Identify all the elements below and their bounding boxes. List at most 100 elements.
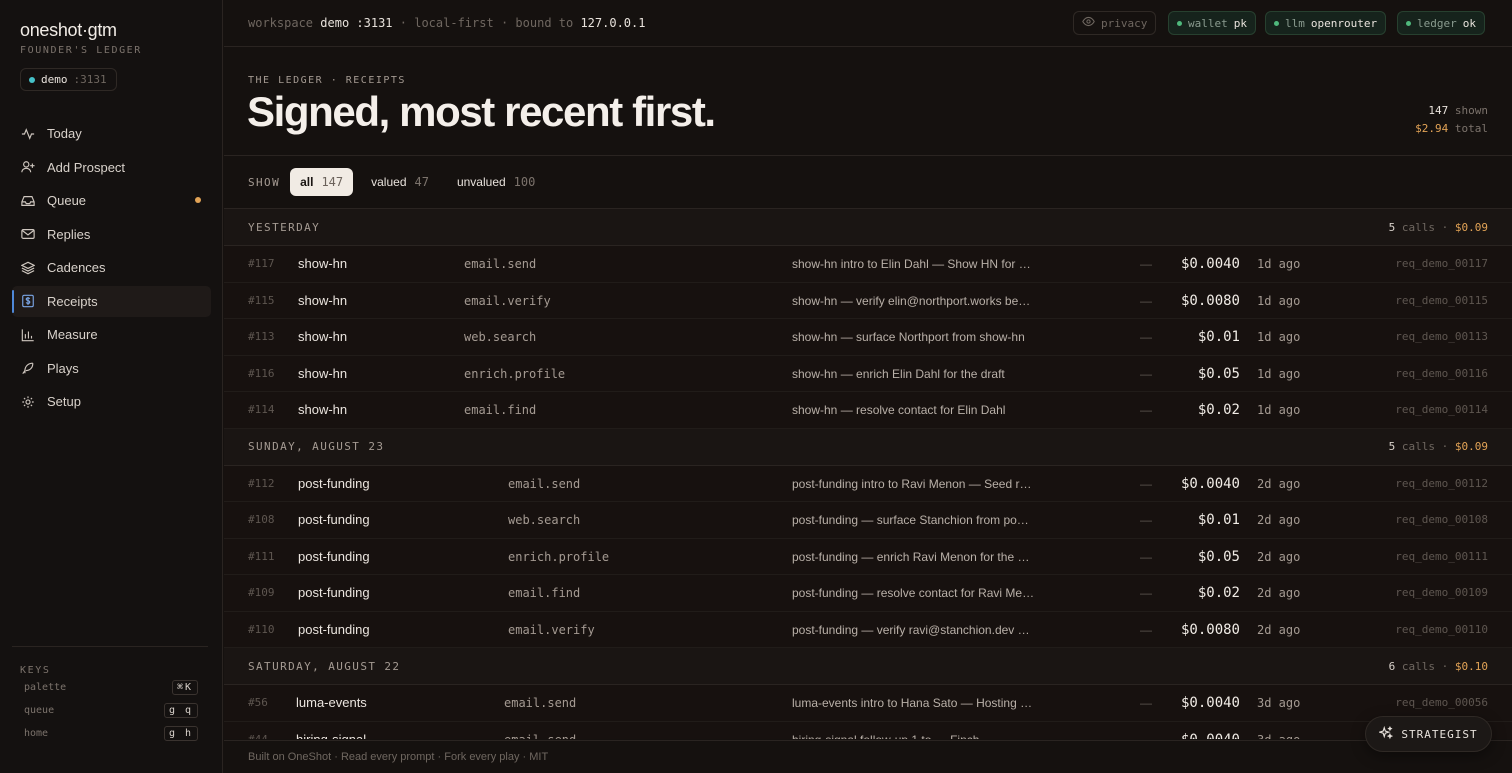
group-calls-count: 5 [1388, 440, 1396, 453]
bound-label: bound to [515, 16, 574, 30]
receipt-amount: $0.0080 [1180, 292, 1240, 309]
workspace-chip-port: :3131 [73, 73, 107, 86]
separator: · [1441, 220, 1449, 234]
sidebar-item-label: Plays [47, 360, 79, 376]
play-name: post-funding [298, 512, 370, 527]
status-pill-value: openrouter [1310, 16, 1378, 30]
filter-valued[interactable]: valued 47 [361, 168, 439, 196]
group-amount: $0.10 [1454, 659, 1488, 673]
value-placeholder: — [1140, 696, 1152, 710]
eye-icon [1082, 15, 1095, 31]
receipt-age: 1d ago [1257, 330, 1301, 344]
sidebar-item-receipts[interactable]: Receipts [12, 285, 211, 317]
workspace-chip[interactable]: demo :3131 [20, 68, 117, 91]
receipts-ledger: YESTERDAY 5 calls · $0.09 #117 show-hn email… [224, 209, 1512, 739]
receipt-age: 3d ago [1257, 696, 1301, 710]
receipt-icon [21, 294, 35, 308]
filter-all[interactable]: all 147 [290, 168, 354, 196]
divider [224, 155, 1512, 156]
receipt-amount: $0.0040 [1181, 722, 1240, 740]
value-placeholder: — [1140, 722, 1152, 740]
request-id: req_demo_00110 [1395, 622, 1488, 636]
kbd-shortcut: ⌘K [171, 680, 198, 695]
key-row-home: home g h [12, 722, 208, 745]
receipt-age: 1d ago [1257, 366, 1301, 381]
brand-name[interactable]: oneshot·gtm [20, 20, 117, 41]
sidebar-item-label: Today [47, 126, 82, 141]
sidebar-item-cadences[interactable]: Cadences [12, 252, 211, 283]
table-row[interactable]: #113 show-hn web.search show-hn — surface N… [224, 319, 1512, 356]
table-row[interactable]: #109 post-funding email.find post-funding —… [224, 575, 1512, 612]
receipt-id: #56 [248, 696, 268, 709]
tool-name: email.send [504, 696, 577, 710]
sidebar-item-add-prospect[interactable]: Add Prospect [12, 152, 211, 183]
strategist-button[interactable]: STRATEGIST [1365, 716, 1492, 752]
kbd-shortcut: g h [163, 726, 198, 741]
sidebar-item-label: Queue [47, 193, 87, 208]
table-row[interactable]: #115 show-hn email.verify show-hn — verify … [224, 282, 1512, 319]
play-name: show-hn [298, 329, 348, 344]
shown-label: shown [1454, 104, 1488, 117]
sidebar-item-replies[interactable]: Replies [12, 219, 211, 250]
status-pill-wallet[interactable]: wallet pk [1168, 11, 1256, 35]
workspace-port: :3131 [356, 16, 393, 30]
receipt-age: 2d ago [1257, 586, 1301, 600]
table-row[interactable]: #56 luma-events email.send luma-events intr… [224, 685, 1512, 722]
ledger-summary: 147 shown $2.94 total [1415, 102, 1488, 138]
table-row[interactable]: #117 show-hn email.send show-hn intro to El… [224, 246, 1512, 283]
status-dot-icon [29, 76, 35, 83]
table-row[interactable]: #112 post-funding email.send post-funding i… [224, 465, 1512, 502]
tool-name: email.send [508, 476, 581, 491]
sidebar-item-today[interactable]: Today [12, 118, 211, 149]
table-row[interactable]: #111 post-funding enrich.profile post-fundi… [224, 538, 1512, 575]
sidebar-item-measure[interactable]: Measure [12, 319, 211, 350]
workspace-chip-name: demo [41, 73, 68, 86]
status-dot-icon [1274, 20, 1279, 26]
group-calls-count: 6 [1388, 659, 1396, 673]
sidebar-item-plays[interactable]: Plays [12, 353, 211, 384]
value-placeholder: — [1140, 513, 1152, 527]
tool-name: email.verify [508, 622, 595, 637]
receipt-id: #108 [248, 513, 275, 526]
receipt-description: hiring-signal follow-up 1 to … Finch [792, 722, 1037, 740]
tool-name: web.search [464, 330, 537, 344]
workspace-status-line: workspace demo :3131 · local-first · bou… [248, 16, 645, 30]
sidebar-item-queue[interactable]: Queue [12, 185, 211, 216]
table-row[interactable]: #110 post-funding email.verify post-funding… [224, 611, 1512, 648]
receipt-age: 3d ago [1257, 722, 1300, 740]
sidebar-nav: Today Add Prospect Queue Replies Cadence… [12, 118, 211, 420]
status-pill-ledger[interactable]: ledger ok [1397, 11, 1485, 35]
total-amount: $2.94 [1415, 122, 1449, 135]
group-amount: $0.09 [1454, 220, 1488, 234]
filter-unvalued[interactable]: unvalued 100 [447, 168, 545, 196]
status-pill-label: ledger [1417, 16, 1457, 30]
tool-name: email.verify [464, 293, 551, 308]
request-id: req_demo_00108 [1395, 513, 1488, 526]
receipt-amount: $0.05 [1197, 548, 1240, 565]
status-dot-icon [1406, 20, 1411, 26]
notification-dot-icon [195, 197, 201, 203]
key-label: queue [24, 705, 55, 716]
table-row[interactable]: #108 post-funding web.search post-funding —… [224, 502, 1512, 539]
status-pill-label: llm [1285, 16, 1305, 30]
date-group-header: YESTERDAY 5 calls · $0.09 [224, 209, 1512, 246]
sidebar-item-label: Setup [47, 394, 81, 409]
group-calls-label: calls [1401, 659, 1435, 673]
receipt-amount: $0.02 [1197, 402, 1240, 418]
privacy-toggle[interactable]: privacy [1073, 11, 1157, 35]
sidebar-item-setup[interactable]: Setup [12, 386, 211, 417]
request-id: req_demo_00112 [1395, 476, 1488, 490]
status-dot-icon [1177, 20, 1182, 26]
request-id: req_demo_00117 [1395, 257, 1488, 270]
play-name: show-hn [298, 402, 348, 417]
receipt-id: #112 [248, 476, 275, 490]
table-row[interactable]: #116 show-hn enrich.profile show-hn — enric… [224, 355, 1512, 392]
receipt-description: show-hn — resolve contact for Elin Dahl [792, 403, 1006, 417]
filter-option-label: unvalued [456, 175, 506, 189]
table-row[interactable]: #44 hiring-signal email.send hiring-signal … [224, 721, 1512, 740]
table-row[interactable]: #114 show-hn email.find show-hn — resolve c… [224, 392, 1512, 429]
status-pill-llm[interactable]: llm openrouter [1265, 11, 1387, 35]
receipt-age: 1d ago [1257, 403, 1301, 417]
receipt-amount: $0.0040 [1180, 475, 1240, 492]
play-name: hiring-signal [296, 731, 367, 740]
